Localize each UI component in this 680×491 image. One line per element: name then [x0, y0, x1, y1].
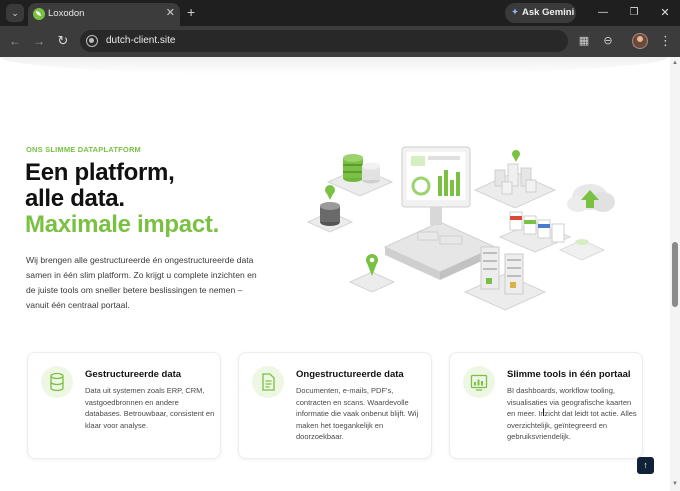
feature-card-smart-tools: Slimme tools in één portaal BI dashboard…: [449, 352, 643, 459]
address-bar[interactable]: dutch-client.site ⬒: [80, 30, 644, 52]
tab-search-button[interactable]: ⌄: [6, 4, 24, 22]
tab-title: Loxodon: [48, 8, 85, 19]
dashboard-icon: [463, 366, 495, 398]
ask-gemini-label: Ask Gemini: [521, 7, 575, 18]
forward-button[interactable]: →: [31, 33, 47, 49]
back-button[interactable]: ←: [7, 33, 23, 49]
site-info-icon[interactable]: [86, 35, 98, 47]
scrollbar-thumb[interactable]: [672, 242, 678, 307]
toolbar: ← → ↻ dutch-client.site ⬒ ▦ ⊖ ⋮: [0, 26, 680, 57]
card-title: Slimme tools in één portaal: [507, 369, 631, 380]
back-to-top-button[interactable]: ↑: [637, 457, 654, 474]
card-description: Data uit systemen zoals ERP, CRM, vastgo…: [85, 386, 215, 430]
profile-avatar[interactable]: [632, 33, 648, 49]
page-viewport: ONS SLIMME DATAPLATFORM Een platform, al…: [0, 57, 680, 491]
feature-card-unstructured: Ongestructureerde data Documenten, e-mai…: [238, 352, 432, 459]
card-description: Documenten, e-mails, PDF's, contracten e…: [296, 386, 419, 441]
scroll-up-arrow-icon[interactable]: ▲: [672, 60, 678, 66]
hero-title-accent: Maximale impact.: [25, 211, 219, 238]
database-icon: [41, 366, 73, 398]
tab-strip: ⌄ Loxodon ✕ + ✦ Ask Gemini — ❐ ✕: [0, 0, 680, 26]
restore-button[interactable]: ❐: [624, 4, 644, 22]
hero-eyebrow: ONS SLIMME DATAPLATFORM: [26, 145, 142, 154]
card-title: Ongestructureerde data: [296, 369, 404, 380]
ask-gemini-button[interactable]: ✦ Ask Gemini: [505, 3, 576, 23]
minimize-button[interactable]: —: [593, 4, 613, 22]
gemini-sparkle-icon: ✦: [511, 7, 519, 18]
qr-code-icon[interactable]: ▦: [576, 33, 592, 49]
close-tab-icon[interactable]: ✕: [166, 6, 175, 20]
scroll-down-arrow-icon[interactable]: ▼: [672, 481, 678, 487]
document-icon: [252, 366, 284, 398]
section-divider: [0, 57, 668, 75]
hero-description: Wij brengen alle gestructureerde én onge…: [26, 255, 257, 310]
text-cursor-icon: I: [542, 407, 546, 419]
reload-button[interactable]: ↻: [55, 33, 71, 49]
data-platform-illustration: [306, 146, 615, 311]
hero-title: Een platform, alle data. Maximale impact…: [25, 160, 219, 238]
active-tab[interactable]: Loxodon ✕: [28, 3, 180, 26]
page-scrollbar[interactable]: ▲ ▼: [670, 57, 680, 491]
card-title: Gestructureerde data: [85, 369, 182, 380]
url-text: dutch-client.site: [106, 35, 176, 46]
hero-title-line-2: alle data.: [25, 185, 125, 212]
hero-title-line-1: Een platform,: [25, 159, 175, 186]
feature-card-structured: Gestructureerde data Data uit systemen z…: [27, 352, 221, 459]
favicon-icon: [33, 8, 45, 20]
link-icon[interactable]: ⊖: [600, 33, 616, 49]
card-description: BI dashboards, workflow tooling, visuali…: [507, 386, 637, 441]
close-window-button[interactable]: ✕: [655, 4, 675, 22]
browser-menu-icon[interactable]: ⋮: [659, 33, 672, 49]
new-tab-button[interactable]: +: [187, 3, 195, 21]
